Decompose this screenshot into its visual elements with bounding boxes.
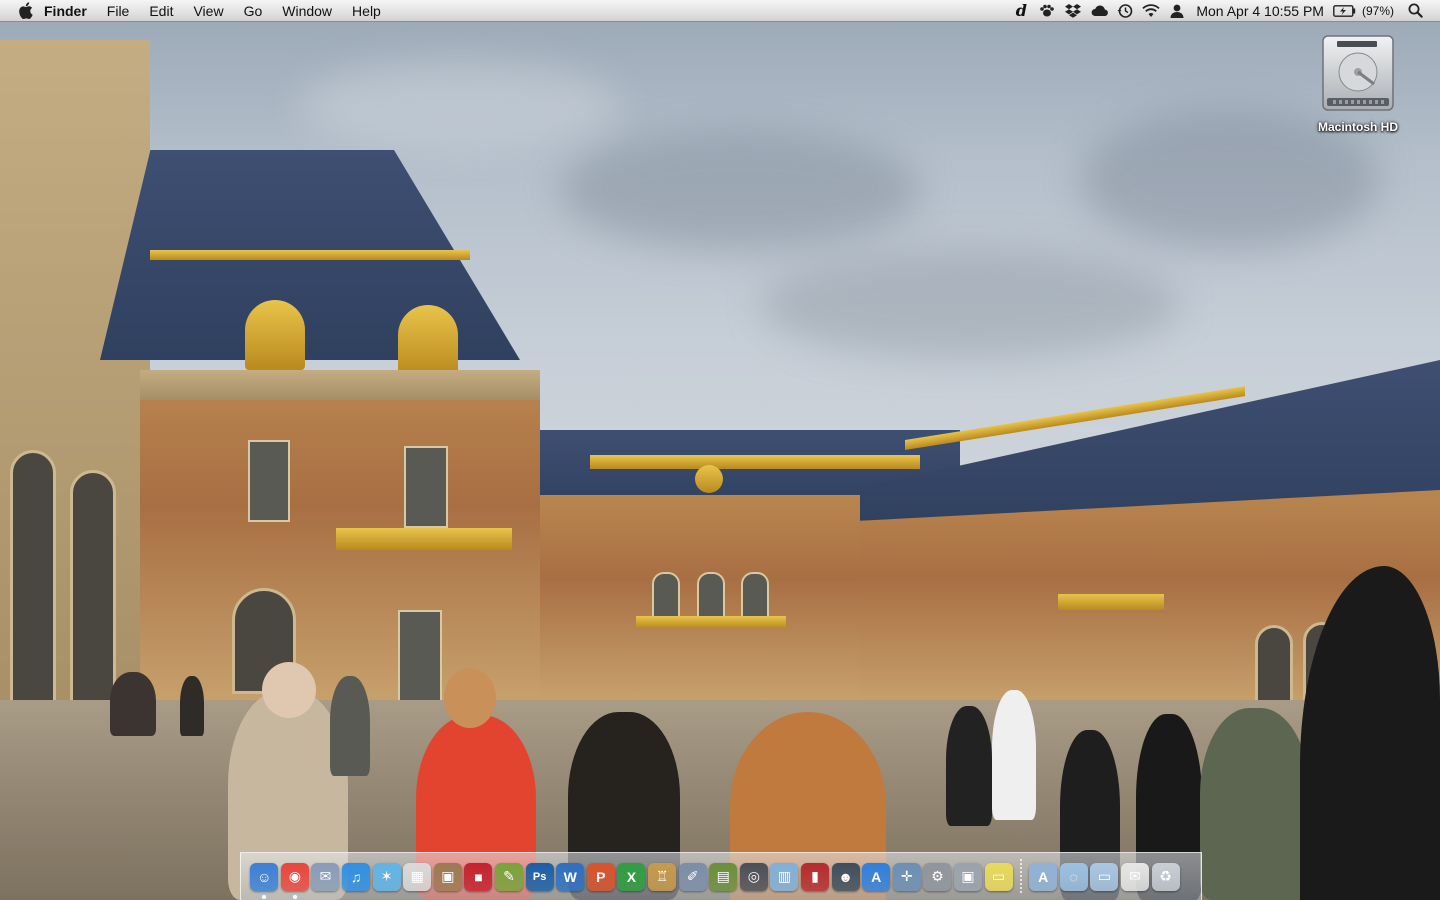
menu-edit[interactable]: Edit — [139, 0, 183, 22]
palace-window — [697, 572, 725, 622]
apple-menu-icon[interactable] — [16, 2, 34, 20]
dictionary-d-icon[interactable]: d — [1011, 0, 1031, 22]
desktop-wallpaper — [0, 0, 1440, 900]
palace-arch — [10, 450, 56, 716]
cloud-sync-icon[interactable] — [1089, 0, 1109, 22]
chrome-icon[interactable]: ◉ — [280, 862, 309, 899]
tourist-figure — [444, 668, 496, 728]
menu-file[interactable]: File — [97, 0, 140, 22]
brush-icon[interactable]: ✎ — [495, 862, 524, 891]
gold-dormer — [398, 305, 458, 375]
desktop-icon-macintosh-hd[interactable]: Macintosh HD — [1306, 32, 1410, 134]
tourist-figure — [262, 662, 316, 718]
image-capture-icon[interactable]: ▣ — [953, 862, 982, 891]
menu-view[interactable]: View — [183, 0, 233, 22]
growl-paw-icon[interactable] — [1037, 0, 1057, 22]
dropbox-icon[interactable] — [1063, 0, 1083, 22]
hard-drive-icon — [1319, 32, 1397, 114]
tourist-figure — [330, 676, 370, 776]
cloud — [300, 60, 620, 150]
preview-icon[interactable]: ▥ — [770, 862, 799, 891]
red-stack-icon[interactable]: ▮ — [800, 862, 829, 891]
tourist-figure — [1200, 708, 1310, 900]
dock: ☺ ◉ ✉ ♫ ✶ ▦ ▣ ■ ✎ Ps W P X ♖ ✐ ▤ ◎ ▥ ▮ ☻ A ✛ ⚙ ▣ ▭ A ◌ ▭ ✉ ♻ — [240, 852, 1202, 900]
dock-separator — [1019, 858, 1022, 895]
tourist-figure — [180, 676, 204, 736]
camera-icon[interactable]: ◎ — [739, 862, 768, 891]
gold-trim — [590, 455, 920, 469]
excel-icon[interactable]: X — [617, 862, 646, 891]
menu-bar: Finder File Edit View Go Window Help d M… — [0, 0, 1440, 22]
gold-balcony — [1058, 594, 1164, 610]
photo-booth-icon[interactable]: ■ — [464, 862, 493, 891]
time-machine-icon[interactable] — [1115, 0, 1135, 22]
cloud — [560, 130, 920, 250]
palace-window — [652, 572, 680, 622]
keynote-icon[interactable]: ♖ — [648, 862, 677, 891]
palace-window — [404, 446, 448, 528]
palace-window — [741, 572, 769, 622]
palace-window — [248, 440, 290, 522]
menu-window[interactable]: Window — [272, 0, 342, 22]
calendar-icon[interactable]: ▦ — [403, 862, 432, 891]
spotlight-search-icon[interactable] — [1405, 0, 1425, 22]
photoshop-icon[interactable]: Ps — [525, 862, 554, 891]
stickies-icon[interactable]: ▭ — [984, 862, 1013, 891]
gold-balcony — [636, 616, 786, 628]
gold-balcony — [336, 528, 512, 550]
gold-dormer — [245, 300, 305, 370]
script-editor-icon[interactable]: ✐ — [678, 862, 707, 891]
menu-app-finder[interactable]: Finder — [44, 0, 97, 22]
wifi-icon[interactable] — [1141, 0, 1161, 22]
battery-charging-icon[interactable] — [1333, 0, 1357, 22]
xcode-icon[interactable]: ✶ — [372, 862, 401, 891]
applications-folder-icon[interactable]: A — [1029, 862, 1058, 891]
gold-trim — [150, 250, 470, 260]
cloud — [760, 250, 1180, 360]
app-store-icon[interactable]: A — [862, 862, 891, 891]
gear-icon[interactable]: ⚙ — [923, 862, 952, 891]
finder-icon[interactable]: ☺ — [250, 862, 279, 899]
trash-icon[interactable]: ♻ — [1151, 862, 1180, 891]
menu-help[interactable]: Help — [342, 0, 391, 22]
files-stack-icon[interactable]: ✉ — [1120, 862, 1149, 891]
downloads-folder-icon[interactable]: ▭ — [1090, 862, 1119, 891]
palace-door — [398, 610, 442, 714]
user-icon[interactable] — [1167, 0, 1187, 22]
powerpoint-icon[interactable]: P — [586, 862, 615, 891]
palace-arch — [1255, 625, 1293, 703]
tourist-figure — [110, 672, 156, 736]
dock-stacks: A ◌ ▭ ✉ ♻ — [1028, 862, 1181, 891]
iphoto-icon[interactable]: ▣ — [433, 862, 462, 891]
palace-clock — [695, 465, 723, 493]
desktop-icon-label: Macintosh HD — [1317, 120, 1398, 134]
itunes-icon[interactable]: ♫ — [342, 862, 371, 891]
balustrade — [140, 370, 540, 400]
documents-folder-icon[interactable]: ◌ — [1059, 862, 1088, 891]
dock-apps: ☺ ◉ ✉ ♫ ✶ ▦ ▣ ■ ✎ Ps W P X ♖ ✐ ▤ ◎ ▥ ▮ ☻ A ✛ ⚙ ▣ ▭ — [249, 862, 1014, 899]
grapher-icon[interactable]: ▤ — [709, 862, 738, 891]
word-icon[interactable]: W — [556, 862, 585, 891]
menu-go[interactable]: Go — [234, 0, 273, 22]
mail-stamp-icon[interactable]: ✉ — [311, 862, 340, 891]
battery-percentage: (97%) — [1361, 3, 1394, 18]
palace-arch — [70, 470, 116, 716]
tourist-figure — [992, 690, 1036, 820]
tourist-figure — [946, 706, 992, 826]
compass-icon[interactable]: ✛ — [892, 862, 921, 891]
menu-clock[interactable]: Mon Apr 4 10:55 PM — [1196, 3, 1324, 19]
status-area: d Mon Apr 4 10:55 PM (97%) — [1008, 0, 1440, 22]
spy-icon[interactable]: ☻ — [831, 862, 860, 891]
